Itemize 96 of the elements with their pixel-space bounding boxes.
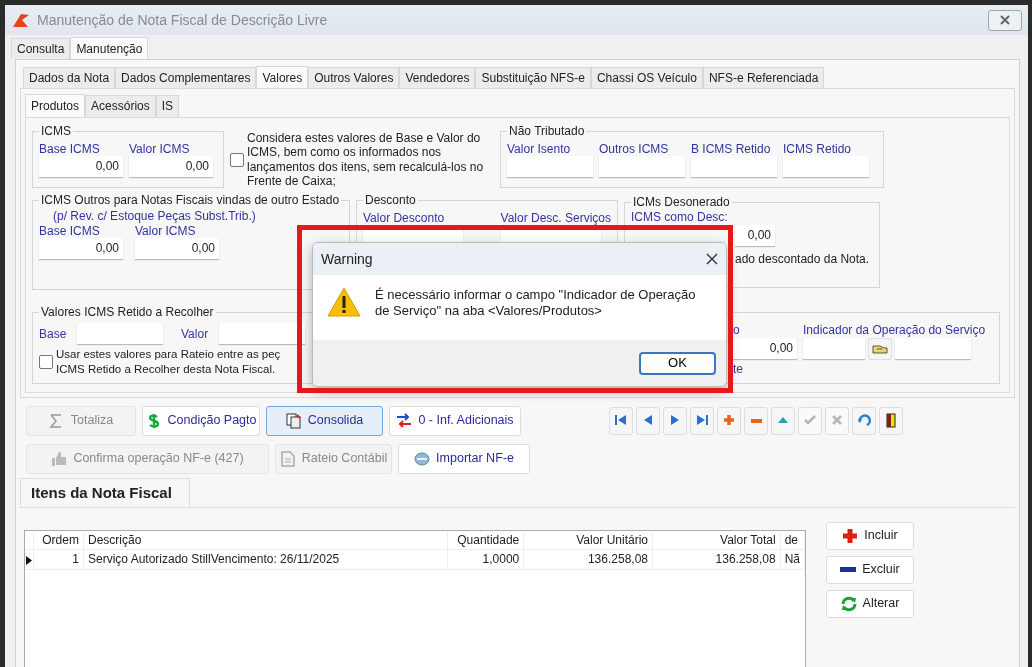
action-button[interactable]: Importar NF-e bbox=[398, 443, 530, 474]
table-cell: Serviço Autorizado StillVencimento: 26/11/2025 bbox=[83, 549, 448, 570]
lookup-button[interactable] bbox=[868, 337, 892, 360]
column-header[interactable]: Valor Unitário bbox=[523, 530, 653, 550]
refresh-icon bbox=[857, 413, 871, 429]
action-button[interactable]: Incluir bbox=[826, 521, 914, 550]
field-label: Valor ICMS bbox=[135, 223, 197, 239]
tab[interactable]: Manutenção bbox=[70, 36, 149, 59]
input-field[interactable]: 0,00 bbox=[735, 224, 775, 246]
minus-icon bbox=[840, 567, 857, 573]
dialog-message: É necessário informar o campo "Indicador de Operação de Serviço" na aba <Valores/Produtos> bbox=[375, 287, 697, 320]
input-field[interactable] bbox=[691, 156, 777, 178]
table-cell: 136.258,08 bbox=[652, 549, 781, 570]
action-button[interactable]: 0 - Inf. Adicionais bbox=[389, 405, 521, 436]
plus-icon bbox=[842, 527, 859, 544]
swap-arrows-icon bbox=[396, 412, 413, 429]
input-field[interactable] bbox=[219, 323, 305, 345]
tab[interactable]: Outros Valores bbox=[308, 67, 400, 89]
exit-door-icon bbox=[884, 413, 898, 429]
action-button[interactable]: Excluir bbox=[826, 555, 914, 584]
input-field[interactable]: 0,00 bbox=[733, 337, 797, 359]
document-icon bbox=[279, 450, 296, 467]
tab[interactable]: Consulta bbox=[11, 37, 71, 59]
field-label: Valor Desc. Serviços bbox=[500, 211, 611, 226]
input-field[interactable] bbox=[77, 323, 163, 345]
tab[interactable]: Substituição NFS-e bbox=[475, 67, 591, 89]
close-icon[interactable] bbox=[706, 253, 718, 265]
tab[interactable]: Vendedores bbox=[399, 67, 476, 89]
column-header[interactable]: Quantidade bbox=[447, 530, 524, 550]
table-cell: 1,0000 bbox=[447, 549, 524, 570]
input-field[interactable]: 0,00 bbox=[135, 238, 219, 260]
input-field[interactable] bbox=[783, 156, 869, 178]
field-label: Base ICMS bbox=[39, 141, 101, 157]
tab[interactable]: Itens da Nota Fiscal bbox=[20, 477, 190, 507]
column-header[interactable]: Descrição bbox=[83, 530, 448, 550]
field-label: Outros ICMS bbox=[599, 141, 670, 157]
checkbox[interactable] bbox=[230, 152, 244, 167]
close-button[interactable] bbox=[988, 9, 1022, 31]
input-field[interactable] bbox=[803, 338, 865, 360]
field-label: Valor Desconto bbox=[363, 211, 446, 226]
documents-icon bbox=[285, 412, 302, 429]
navigator-button[interactable] bbox=[663, 406, 687, 435]
tab[interactable]: Chassi OS Veículo bbox=[590, 67, 703, 89]
table-cell: Nã bbox=[780, 549, 805, 570]
input-field[interactable] bbox=[507, 156, 593, 178]
input-field[interactable] bbox=[599, 156, 685, 178]
close-icon bbox=[1000, 15, 1010, 25]
checkbox[interactable] bbox=[39, 354, 53, 369]
ok-button[interactable]: OK bbox=[639, 351, 716, 375]
navigator-button[interactable] bbox=[852, 406, 876, 435]
thumbs-up-icon bbox=[51, 450, 68, 467]
minus-icon bbox=[750, 418, 762, 423]
field-label: Valor bbox=[181, 326, 210, 342]
checkbox-label: Usar estes valores para Rateio entre as peç ICMS Retido a Recolher desta Nota Fiscal. bbox=[56, 347, 281, 377]
table-cell: 1 bbox=[33, 549, 84, 570]
warning-icon bbox=[327, 287, 361, 317]
table-cell: 136.258,08 bbox=[523, 549, 653, 570]
tab[interactable]: IS bbox=[155, 95, 180, 117]
action-button[interactable]: Condição Pagto bbox=[142, 405, 260, 436]
tab[interactable]: Valores bbox=[256, 66, 309, 89]
field-label: Valor Isento bbox=[507, 141, 572, 157]
tab[interactable]: Dados Complementares bbox=[115, 67, 257, 89]
field-label: o bbox=[733, 323, 741, 338]
navigator-button[interactable] bbox=[879, 406, 903, 435]
refresh-icon bbox=[840, 595, 857, 612]
column-header[interactable]: Valor Total bbox=[652, 530, 781, 550]
window-title: Manutenção de Nota Fiscal de Descrição Livre bbox=[37, 11, 329, 29]
dialog-title: Warning bbox=[321, 250, 373, 268]
tab[interactable]: Produtos bbox=[25, 94, 86, 117]
input-field[interactable]: 0,00 bbox=[129, 156, 213, 178]
field-label: ICMS Retido bbox=[783, 141, 853, 157]
field-label: Valor ICMS bbox=[129, 141, 191, 157]
checkbox-label: Considera estes valores de Base e Valor do ICMS, bem como os informados nos lançamentos dos itens, sem recalculá-los no Frente de Caixa; bbox=[247, 130, 485, 189]
tab[interactable]: Dados da Nota bbox=[23, 67, 116, 89]
navigator-button[interactable] bbox=[636, 406, 660, 435]
note-text: te bbox=[733, 361, 744, 377]
group-title: ICMS Outros para Notas Fiscais vindas de outro Estado bbox=[39, 193, 342, 208]
note-text: ado descontado da Nota. bbox=[735, 251, 871, 267]
field-label: Base ICMS bbox=[39, 223, 101, 239]
input-field[interactable]: 0,00 bbox=[39, 156, 123, 178]
navigator-button[interactable] bbox=[609, 406, 633, 435]
action-button[interactable]: Consolida bbox=[266, 405, 383, 436]
input-field[interactable]: 0,00 bbox=[39, 238, 123, 260]
field-label: B ICMS Retido bbox=[691, 141, 772, 157]
navigator-button[interactable] bbox=[690, 406, 714, 435]
app-logo-icon bbox=[11, 11, 31, 29]
tab[interactable]: NFS-e Referenciada bbox=[702, 67, 825, 89]
field-label: ICMS como Desc: bbox=[631, 210, 729, 225]
tab[interactable]: Acessórios bbox=[85, 95, 156, 117]
input-field[interactable] bbox=[895, 338, 971, 360]
group-subtitle: (p/ Rev. c/ Estoque Peças Subst.Trib.) bbox=[53, 209, 257, 224]
field-label: Indicador da Operação do Serviço bbox=[803, 323, 986, 338]
column-header[interactable]: de bbox=[780, 530, 805, 550]
column-header[interactable]: Ordem bbox=[33, 530, 84, 550]
field-label: Base bbox=[39, 326, 68, 342]
action-button[interactable]: Alterar bbox=[826, 589, 914, 618]
